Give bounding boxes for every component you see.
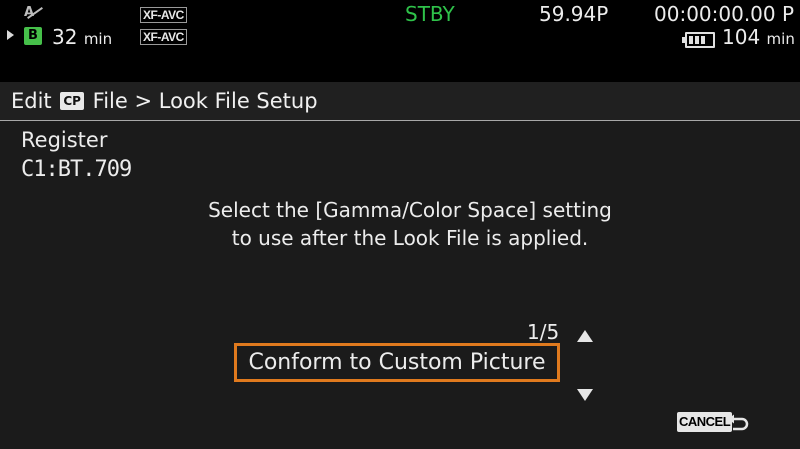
instruction-line-2: to use after the Look File is applied. [231, 226, 589, 250]
breadcrumb-path: File > Look File Setup [92, 89, 318, 113]
mode-indicator: STBY [405, 2, 455, 26]
instruction-text: Select the [Gamma/Color Space] setting t… [150, 196, 670, 252]
slot-b-badge: B [24, 27, 42, 45]
remaining-record-time: 32 min [52, 25, 112, 49]
selected-option[interactable]: Conform to Custom Picture [234, 343, 560, 382]
page-indicator: 1/5 [527, 320, 560, 344]
rec-time-unit: min [83, 30, 113, 48]
battery-icon [682, 32, 715, 48]
battery-unit: min [766, 30, 795, 48]
register-value: C1:BT.709 [21, 157, 132, 182]
scroll-down-icon[interactable] [577, 389, 593, 401]
codec-badge-1: XF-AVC [140, 7, 187, 23]
rec-time-value: 32 [52, 25, 78, 49]
play-arrow-icon [7, 30, 14, 40]
timecode: 00:00:00.00 P [654, 2, 795, 26]
codec-badge-2: XF-AVC [140, 29, 187, 45]
slot-a-disabled-icon: A [24, 4, 46, 22]
battery-value: 104 [722, 25, 761, 49]
register-label: Register [21, 128, 108, 152]
return-arrow-icon [728, 414, 749, 431]
custom-picture-icon: CP [60, 92, 84, 110]
instruction-line-1: Select the [Gamma/Color Space] setting [208, 198, 612, 222]
battery-remaining: 104 min [722, 25, 795, 49]
breadcrumb: Edit CP File > Look File Setup [11, 89, 318, 113]
scroll-up-icon[interactable] [577, 330, 593, 342]
frame-rate: 59.94P [539, 2, 609, 26]
cancel-label: CANCEL [677, 412, 733, 432]
status-bar: A B 32 min XF-AVC XF-AVC STBY 59.94P 00:… [0, 0, 800, 82]
breadcrumb-edit: Edit [11, 89, 52, 113]
menu-header: Edit CP File > Look File Setup [0, 82, 800, 121]
battery-level [689, 36, 707, 44]
